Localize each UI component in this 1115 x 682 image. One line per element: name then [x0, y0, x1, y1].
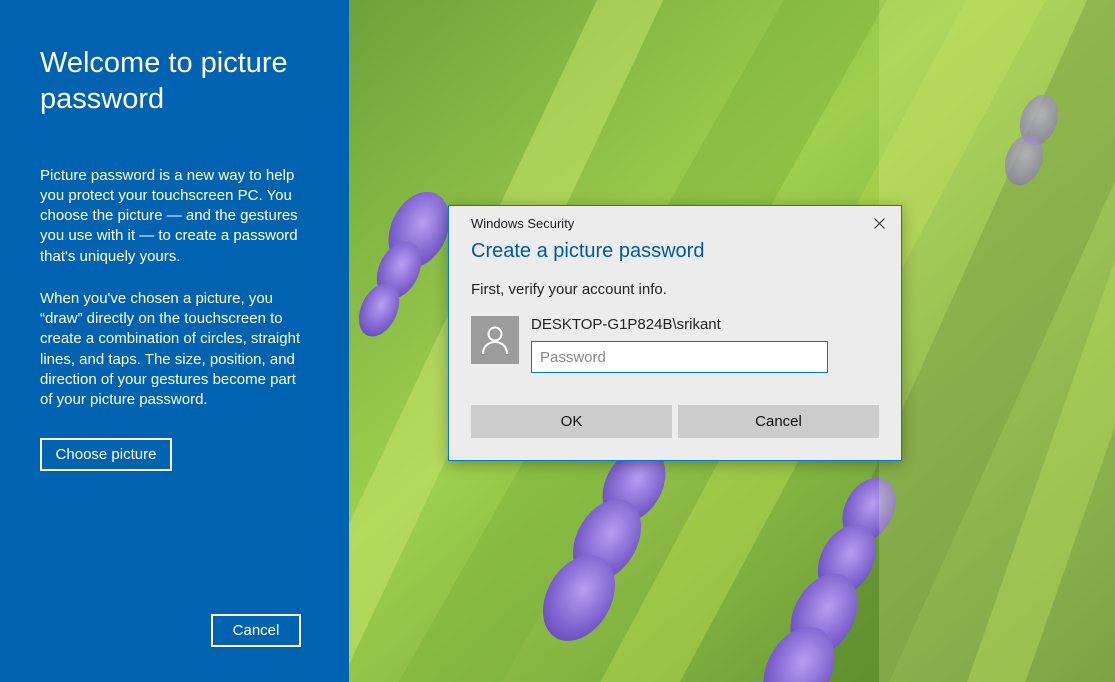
ok-button[interactable]: OK [471, 405, 672, 438]
account-name: DESKTOP-G1P824B\srikant [531, 316, 879, 333]
sidebar-panel: Welcome to picture password Picture pass… [0, 0, 349, 682]
page-title: Welcome to picture password [40, 45, 309, 118]
dialog-cancel-button[interactable]: Cancel [678, 405, 879, 438]
dialog-window-title: Windows Security [471, 216, 574, 231]
user-icon [481, 325, 509, 355]
dialog-heading: Create a picture password [471, 240, 879, 263]
avatar [471, 316, 519, 364]
dialog-titlebar[interactable]: Windows Security [449, 206, 901, 240]
close-icon [874, 218, 885, 229]
sidebar-paragraph-2: When you've chosen a picture, you “draw”… [40, 289, 309, 411]
sidebar-cancel-button[interactable]: Cancel [211, 614, 301, 647]
dialog-instruction: First, verify your account info. [471, 281, 879, 298]
choose-picture-button[interactable]: Choose picture [40, 438, 172, 471]
sidebar-paragraph-1: Picture password is a new way to help yo… [40, 166, 309, 267]
password-input[interactable] [531, 341, 828, 373]
credential-dialog: Windows Security Create a picture passwo… [448, 205, 902, 461]
close-button[interactable] [857, 206, 901, 240]
